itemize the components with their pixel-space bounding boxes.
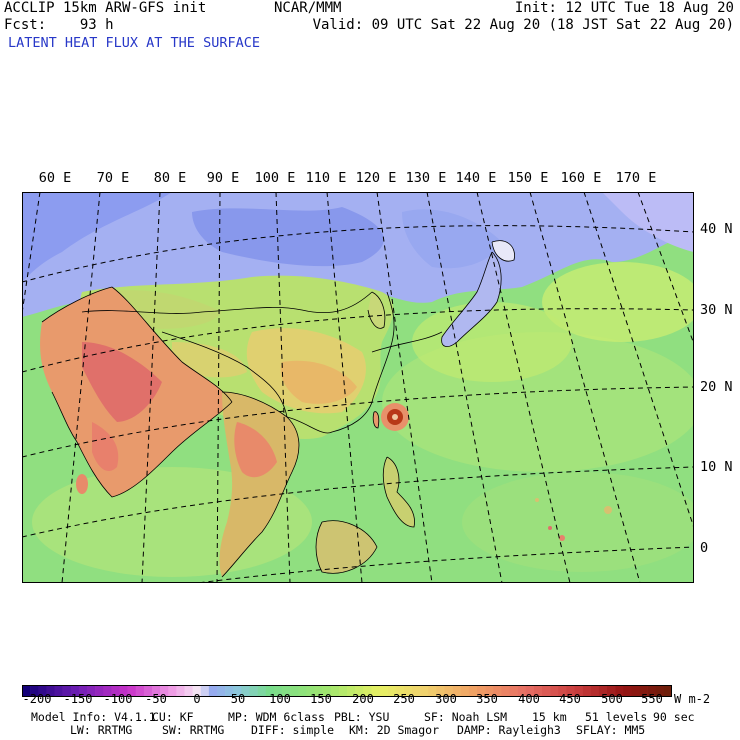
colorbar-swatch [590, 685, 600, 697]
colorbar-swatch [95, 685, 104, 697]
colorbar-swatch [249, 685, 258, 697]
colorbar-swatch [217, 685, 226, 697]
flux-spot [559, 535, 565, 541]
lon-label: 130 E [405, 170, 447, 186]
forecast-label: Fcst: [4, 17, 47, 33]
colorbar-swatch [298, 685, 307, 697]
model-title: ACCLIP 15km ARW-GFS init [4, 0, 207, 16]
forecast-value: 93 h [79, 17, 114, 33]
colorbar-swatch [200, 685, 210, 697]
colorbar-label: 550 [641, 692, 663, 706]
model-info-resolution: 15 km [532, 710, 567, 724]
flux-spot [535, 498, 539, 502]
init-time: Init: 12 UTC Tue 18 Aug 20 [514, 0, 734, 16]
colorbar-label: 150 [310, 692, 332, 706]
model-info-sf: SF: Noah LSM [424, 710, 508, 724]
model-info-sw: SW: RRTMG [162, 723, 225, 737]
model-info-sflay: SFLAY: MM5 [576, 723, 646, 737]
lat-label: 0 [700, 540, 709, 556]
lon-label: 90 E [206, 170, 240, 186]
colorbar-swatch [631, 685, 640, 697]
colorbar-swatch [54, 685, 63, 697]
lat-label: 40 N [700, 221, 733, 237]
forecast-hour: Fcst: 93 h [4, 17, 114, 33]
ocean-flux-zone [412, 302, 572, 382]
model-info-diff: DIFF: simple [251, 723, 335, 737]
lat-label: 10 N [700, 459, 733, 475]
model-info-damp: DAMP: Rayleigh3 [457, 723, 561, 737]
colorbar-swatch [290, 685, 299, 697]
field-title: LATENT HEAT FLUX AT THE SURFACE [8, 35, 260, 51]
valid-time: Valid: 09 UTC Sat 22 Aug 20 (18 JST Sat … [312, 17, 734, 33]
lon-label: 70 E [96, 170, 130, 186]
colorbar-label: 300 [435, 692, 457, 706]
colorbar-swatch [663, 685, 673, 697]
lat-label: 20 N [700, 379, 733, 395]
colorbar-label: -50 [145, 692, 167, 706]
lon-label: 170 E [615, 170, 657, 186]
flux-spot [604, 506, 612, 514]
map-panel [22, 192, 694, 583]
colorbar-swatch [135, 685, 145, 697]
lon-label: 140 E [455, 170, 497, 186]
colorbar-swatch [208, 685, 218, 697]
colorbar-label: 500 [601, 692, 623, 706]
colorbar-swatch [509, 685, 518, 697]
colorbar-label: 250 [393, 692, 415, 706]
colorbar-label: -200 [22, 692, 52, 706]
model-info-mp: MP: WDM 6class [228, 710, 325, 724]
lat-label: 30 N [700, 302, 733, 318]
sri-lanka [76, 474, 88, 494]
colorbar-swatch [257, 685, 267, 697]
colorbar-label: 400 [518, 692, 540, 706]
model-info-timestep: 90 sec [653, 710, 695, 724]
colorbar-label: 350 [476, 692, 498, 706]
center-label: NCAR/MMM [274, 0, 342, 16]
colorbar-swatch [379, 685, 388, 697]
colorbar-label: -150 [63, 692, 93, 706]
colorbar-swatch [338, 685, 348, 697]
colorbar-swatch [330, 685, 340, 697]
colorbar-swatch [542, 685, 551, 697]
lon-label: 100 E [254, 170, 296, 186]
colorbar-swatch [168, 685, 177, 697]
model-info-cu: CU: KF [152, 710, 194, 724]
colorbar-label: 100 [269, 692, 291, 706]
colorbar-label: -100 [103, 692, 133, 706]
flux-spot [548, 526, 552, 530]
lon-label: 80 E [153, 170, 187, 186]
colorbar-label: 50 [230, 692, 246, 706]
colorbar-label: 200 [352, 692, 374, 706]
colorbar-swatch [623, 685, 632, 697]
latent-heat-flux-map [22, 192, 694, 583]
colorbar-swatch [550, 685, 559, 697]
colorbar-swatch [420, 685, 429, 697]
lon-label: 160 E [560, 170, 602, 186]
cyclone-eye [392, 414, 398, 420]
lon-label: 60 E [38, 170, 72, 186]
model-info-levels: 51 levels [585, 710, 648, 724]
colorbar-swatch [460, 685, 470, 697]
colorbar-swatch [501, 685, 510, 697]
colorbar-label: 0 [193, 692, 201, 706]
model-info-lw: LW: RRTMG [70, 723, 133, 737]
model-info-version: Model Info: V4.1.1 [31, 710, 156, 724]
colorbar-swatch [184, 685, 193, 697]
model-info-pbl: PBL: YSU [334, 710, 390, 724]
colorbar-swatch [582, 685, 592, 697]
colorbar-label: 450 [559, 692, 581, 706]
lon-label: 120 E [355, 170, 397, 186]
lon-label: 110 E [305, 170, 347, 186]
model-info-km: KM: 2D Smagor [349, 723, 440, 737]
lon-label: 150 E [507, 170, 549, 186]
colorbar-swatch [176, 685, 185, 697]
colorbar-unit: W m-2 [674, 692, 711, 706]
